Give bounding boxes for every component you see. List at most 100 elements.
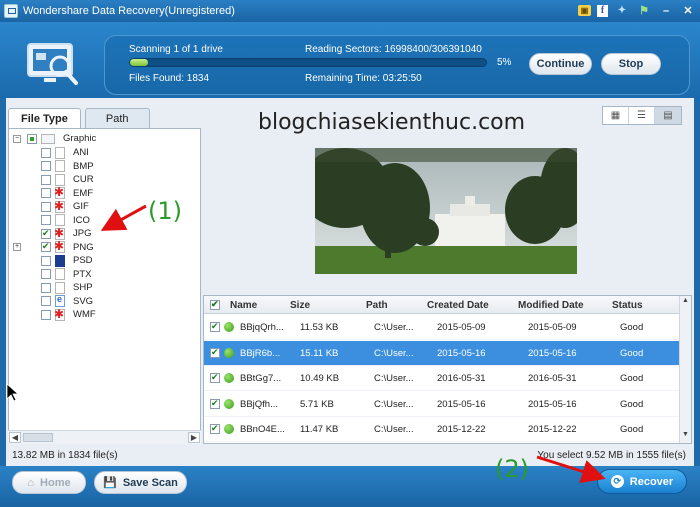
tree-item-ico[interactable]: ICO [13,214,90,228]
tree-root[interactable]: − Graphic [13,132,96,146]
tree-item-ptx[interactable]: PTX [13,268,91,282]
detail-view-icon[interactable]: ▤ [655,107,681,124]
collapse-icon[interactable]: − [13,134,21,143]
annotation-two: (2) [495,455,529,483]
cell-name: BBjQfh... [240,398,279,410]
row-checkbox[interactable] [210,423,220,434]
folder-icon [41,133,55,144]
cell-modified: 2015-12-22 [528,424,577,435]
tree-item-label: SHP [73,282,93,294]
tree-item-checkbox[interactable] [41,269,51,280]
row-checkbox[interactable] [210,398,220,409]
cell-name: BBjR6b... [240,347,281,359]
thumbnail-view-icon[interactable]: ▦ [603,107,629,124]
select-all-checkbox[interactable] [210,299,220,310]
file-type-tree: − Graphic ANIBMP CUREMF GIFICO JPG + PNG PSDPT… [8,128,201,444]
tree-item-checkbox[interactable] [41,309,51,320]
tree-item-label: PTX [73,268,92,280]
cell-created: 2015-05-16 [437,347,486,359]
tab-path[interactable]: Path [84,108,150,128]
twitter-icon[interactable]: ✦ [614,3,630,18]
progress-percent: 5% [497,57,512,68]
cell-name: BBtGg7... [240,373,282,384]
tree-item-checkbox[interactable] [41,188,51,199]
tab-file-type[interactable]: File Type [8,108,81,128]
table-row[interactable]: BBjR6b... 15.11 KB C:\User... 2015-05-16 201… [204,340,680,366]
col-size[interactable]: Size [290,300,310,311]
tree-item-png[interactable]: + PNG [13,239,94,255]
save-scan-button[interactable]: 💾 Save Scan [94,471,187,494]
tree-item-shp[interactable]: SHP [13,281,93,295]
gift-icon[interactable]: ⚑ [636,3,652,18]
file-status-icon [224,398,234,409]
tree-item-checkbox[interactable] [41,296,51,307]
tree-item-checkbox[interactable] [41,147,51,158]
cell-size: 15.11 KB [300,347,339,359]
tree-item-psd[interactable]: PSD [13,254,93,268]
tree-horizontal-scrollbar[interactable]: ◀ ▶ [8,430,201,444]
col-name[interactable]: Name [230,300,257,311]
file-table: Name Size Path Created Date Modified Dat… [203,295,692,444]
row-checkbox[interactable] [210,321,220,332]
cell-size: 11.53 KB [300,322,339,333]
scroll-left-icon[interactable]: ◀ [9,432,21,443]
cell-modified: 2016-05-31 [528,373,577,384]
file-icon [55,268,65,281]
scroll-up-icon[interactable]: ▲ [680,297,691,308]
facebook-icon[interactable]: f [597,4,608,17]
tree-item-checkbox[interactable] [41,228,51,239]
table-row[interactable]: BBtGg7... 10.49 KB C:\User... 2016-05-31 201… [204,366,680,391]
recover-button[interactable]: ⟳ Recover [597,469,687,494]
tree-item-wmf[interactable]: WMF [13,307,96,322]
col-path[interactable]: Path [366,300,388,311]
close-button[interactable]: ✕ [680,3,696,18]
app-logo-icon [4,4,18,18]
cell-status: Good [620,424,644,435]
tree-item-checkbox[interactable] [41,241,51,253]
expand-icon[interactable]: + [13,243,21,252]
file-icon [55,281,65,294]
col-status[interactable]: Status [612,300,643,311]
tree-item-label: BMP [73,160,94,172]
left-tabs: File Type Path [8,108,154,128]
ps-file-icon [55,254,65,267]
tree-root-checkbox[interactable] [27,133,37,144]
table-vertical-scrollbar[interactable]: ▲ ▼ [679,296,691,443]
tree-item-checkbox[interactable] [41,201,51,212]
tree-item-checkbox[interactable] [41,174,51,185]
table-row[interactable]: BBjQfh... 5.71 KB C:\User... 2015-05-16 2015… [204,392,680,417]
continue-button[interactable]: Continue [529,53,592,75]
list-view-icon[interactable]: ☰ [629,107,655,124]
scan-progress-fill [130,59,148,66]
table-row[interactable]: BBnO4E... 11.47 KB C:\User... 2015-12-22 201… [204,417,680,442]
table-header: Name Size Path Created Date Modified Dat… [204,296,691,314]
window-title: Wondershare Data Recovery(Unregistered) [23,5,235,17]
cell-status: Good [620,347,644,359]
tree-item-checkbox[interactable] [41,215,51,226]
ie-file-icon [55,294,65,308]
scan-status: Scanning 1 of 1 drive [129,44,223,55]
tree-item-jpg[interactable]: JPG [13,226,91,241]
scroll-down-icon[interactable]: ▼ [680,431,691,442]
tree-item-gif[interactable]: GIF [13,199,89,214]
tree-item-checkbox[interactable] [41,161,51,172]
home-label: Home [40,476,71,489]
minimize-button[interactable]: – [658,3,674,18]
home-button[interactable]: ⌂ Home [12,471,86,494]
register-icon[interactable]: ▣ [578,5,591,16]
col-created-date[interactable]: Created Date [427,300,489,311]
table-row[interactable]: BBjqQrh... 11.53 KB C:\User... 2015-05-09 20… [204,315,680,340]
tree-item-bmp[interactable]: BMP [13,160,94,174]
selected-size-status: You select 9.52 MB in 1555 file(s) [537,450,686,461]
tree-item-checkbox[interactable] [41,255,51,266]
stop-button[interactable]: Stop [601,53,661,75]
tree-item-ani[interactable]: ANI [13,146,89,160]
cell-created: 2015-05-09 [437,322,486,333]
recover-icon: ⟳ [610,475,624,488]
scroll-right-icon[interactable]: ▶ [188,432,200,443]
scroll-thumb[interactable] [23,433,53,442]
col-modified-date[interactable]: Modified Date [518,300,584,311]
row-checkbox[interactable] [210,372,220,383]
row-checkbox[interactable] [210,347,220,358]
tree-item-checkbox[interactable] [41,282,51,293]
